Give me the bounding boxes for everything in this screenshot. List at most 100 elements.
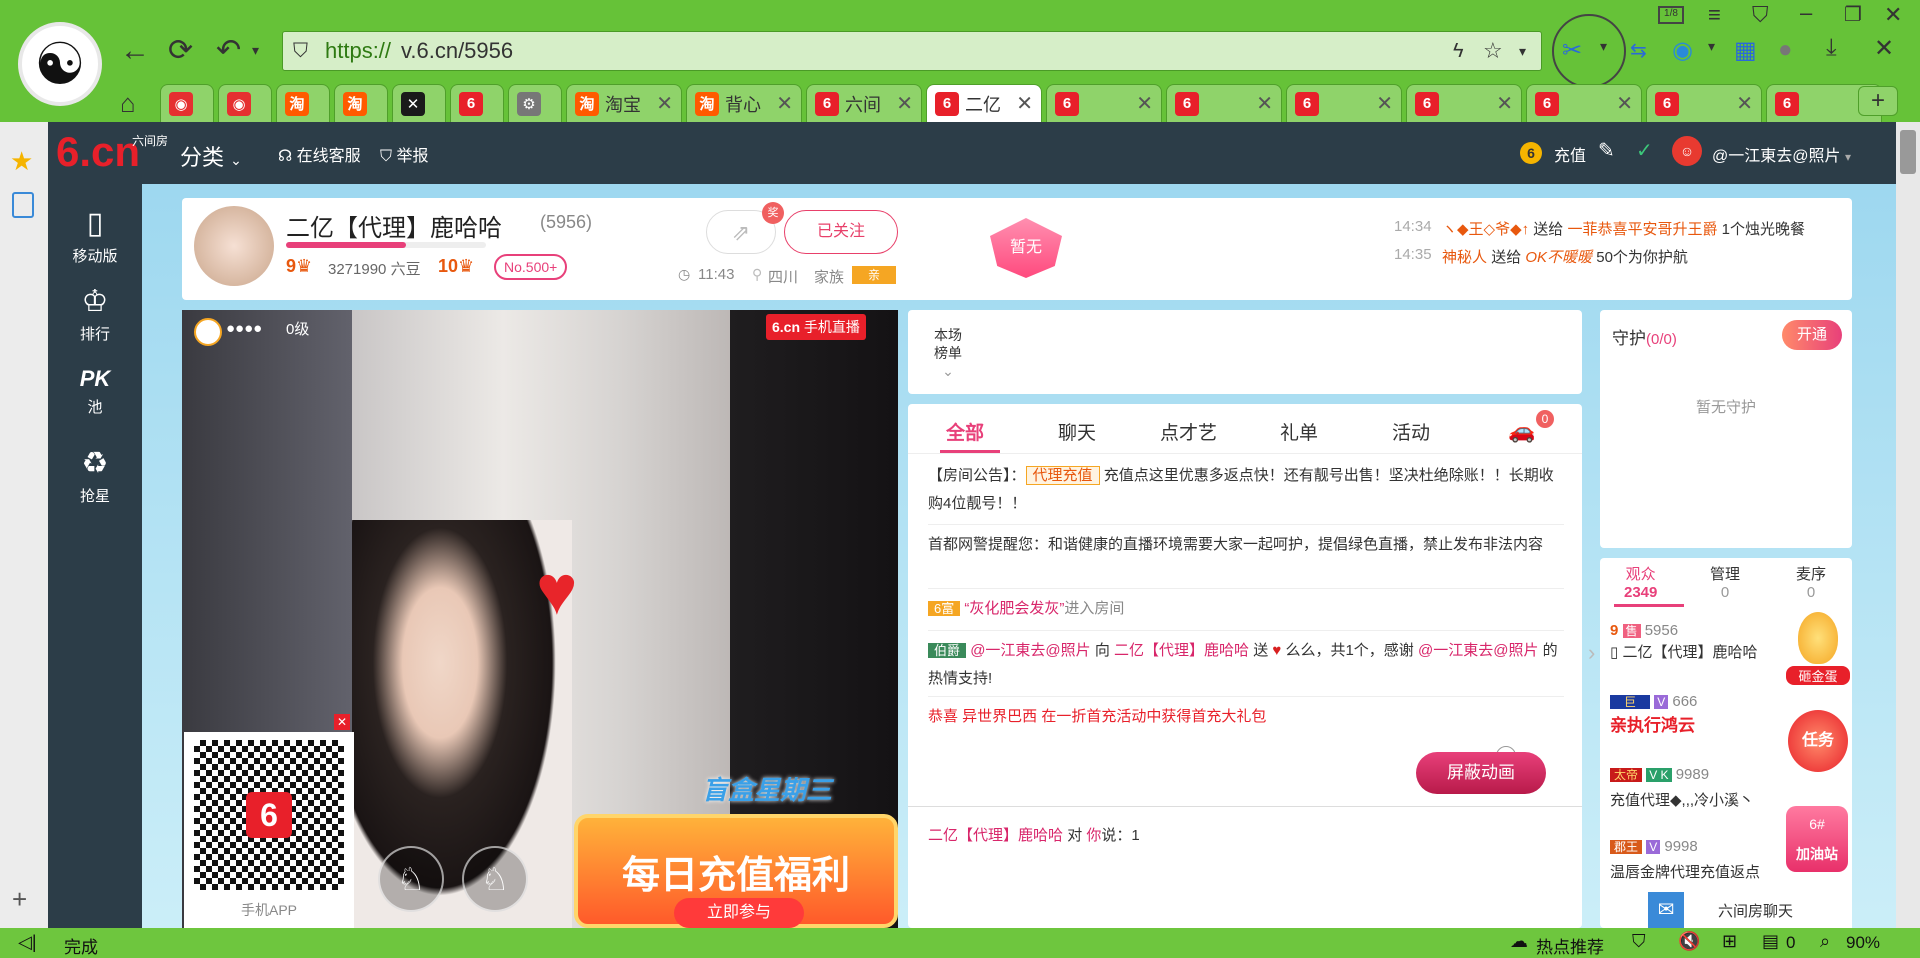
rank-badge[interactable]: No.500+	[494, 254, 568, 280]
close-window-icon[interactable]: ✕	[1884, 2, 1902, 28]
ranking-toggle[interactable]: 本场 榜单 ⌄	[934, 326, 962, 380]
tab-chat[interactable]: 聊天	[1058, 418, 1096, 445]
home-icon[interactable]: ⌂	[120, 88, 136, 119]
feed-sender-1[interactable]: ヽ◆王◇爷◆↑	[1442, 221, 1529, 238]
tab-audience[interactable]: 观众 2349	[1624, 566, 1657, 602]
list-item[interactable]: 郡王 V 9998 温唇金牌代理充值返点	[1610, 834, 1760, 886]
browser-tab[interactable]: 6	[450, 84, 504, 122]
tab-mic[interactable]: 麦序 0	[1796, 566, 1826, 602]
reader-icon[interactable]	[12, 192, 34, 218]
open-guard-button[interactable]: 开通	[1782, 320, 1842, 350]
scissors-icon[interactable]: ✂	[1562, 36, 1582, 65]
car-icon[interactable]: 🚗	[1508, 418, 1535, 444]
tab-admin[interactable]: 管理 0	[1710, 566, 1740, 602]
new-tab-button[interactable]: +	[1858, 86, 1898, 116]
sync-icon[interactable]: ◉	[1672, 36, 1693, 65]
browser-tab[interactable]: 6✕	[1526, 84, 1642, 122]
video-player[interactable]: ♥ ●●●● 0级 6.cn 手机直播 6 手机APP ✕ ♘ ♘ 盲盒星期三 …	[182, 310, 898, 928]
zoom-level[interactable]: 90%	[1846, 933, 1880, 953]
minimize-icon[interactable]: –	[1800, 0, 1812, 26]
browser-tab[interactable]: 淘	[334, 84, 388, 122]
download-icon[interactable]: ⤓	[1826, 34, 1837, 62]
tab-all[interactable]: 全部	[946, 418, 984, 445]
seat-icon[interactable]: ♘	[462, 846, 528, 912]
banner-join-button[interactable]: 立即参与	[674, 898, 804, 928]
golden-egg-button[interactable]: 砸金蛋	[1786, 612, 1850, 696]
browser-tab[interactable]: 6✕	[1166, 84, 1282, 122]
zoom-icon[interactable]: ⌕	[1820, 931, 1830, 952]
list-item[interactable]: 9 售 5956 ▯ 二亿【代理】鹿哈哈	[1610, 620, 1757, 664]
nav-star[interactable]: ♻ 抢星	[48, 446, 142, 506]
rank-empty-badge[interactable]: 暂无	[990, 218, 1062, 278]
feed-sender-2[interactable]: 神秘人	[1442, 249, 1487, 266]
tab-gifts[interactable]: 礼单	[1280, 418, 1318, 445]
tab-close-icon[interactable]: ✕	[776, 91, 793, 116]
gift-sender[interactable]: @一江東去@照片	[970, 642, 1090, 659]
online-service-link[interactable]: ☊ 在线客服	[278, 142, 361, 166]
scissors-dropdown-icon[interactable]: ▾	[1600, 38, 1607, 55]
back-icon[interactable]: ←	[120, 36, 150, 66]
browser-tab[interactable]: ◉	[218, 84, 272, 122]
enter-user[interactable]: “灰化肥会发灰”	[964, 600, 1064, 617]
add-sidebar-icon[interactable]: +	[12, 884, 27, 915]
report-link[interactable]: ⛉ 举报	[380, 142, 428, 166]
undo-dropdown-icon[interactable]: ▾	[252, 42, 259, 59]
nav-pk[interactable]: PK 池	[48, 366, 142, 417]
browser-tab[interactable]: 6 六间 ✕	[806, 84, 922, 122]
recharge-link[interactable]: 充值	[1554, 142, 1586, 166]
qr-close-icon[interactable]: ✕	[334, 714, 350, 730]
tab-close-icon[interactable]: ✕	[1376, 91, 1393, 116]
browser-tab[interactable]: ◉	[160, 84, 214, 122]
feed-target-1[interactable]: 一菲恭喜平安哥升王爵	[1567, 221, 1717, 238]
nav-mobile[interactable]: ▯ 移动版	[48, 206, 142, 266]
favorites-star-icon[interactable]: ★	[10, 146, 33, 177]
gift-thanks-user[interactable]: @一江東去@照片	[1418, 642, 1538, 659]
tab-close-icon[interactable]: ✕	[1016, 91, 1033, 116]
lightning-icon[interactable]: ϟ	[1453, 32, 1464, 70]
feed-target-2[interactable]: OK不暖暖	[1525, 249, 1592, 266]
tab-close-icon[interactable]: ✕	[1616, 91, 1633, 116]
edit-icon[interactable]: ✎	[1598, 138, 1615, 163]
scrollbar-thumb[interactable]	[1900, 130, 1916, 174]
tab-close-icon[interactable]: ✕	[1136, 91, 1153, 116]
browser-tab[interactable]: 6✕	[1286, 84, 1402, 122]
shield-status-icon[interactable]: ⛉	[1632, 931, 1646, 952]
streamer-avatar[interactable]	[194, 206, 274, 286]
ad-block-icon[interactable]: ▤	[1762, 931, 1779, 952]
more-icon[interactable]: ●	[1778, 36, 1793, 64]
tab-talent[interactable]: 点才艺	[1160, 418, 1217, 445]
browser-tab[interactable]: 淘背心 ✕	[686, 84, 802, 122]
scrollbar[interactable]	[1896, 122, 1920, 928]
nav-rank[interactable]: ♔ 排行	[48, 284, 142, 344]
mute-icon[interactable]: 🔇	[1678, 931, 1700, 952]
browser-tab[interactable]: 6✕	[1406, 84, 1522, 122]
url-dropdown-icon[interactable]: ▾	[1519, 32, 1526, 70]
tab-activity[interactable]: 活动	[1392, 418, 1430, 445]
collapse-arrow-icon[interactable]: ›	[1588, 640, 1604, 666]
tab-close-icon[interactable]: ✕	[1256, 91, 1273, 116]
hot-news-link[interactable]: 热点推荐	[1536, 933, 1604, 958]
tab-close-icon[interactable]: ✕	[1736, 91, 1753, 116]
menu-icon[interactable]: ≡	[1708, 2, 1721, 28]
gift-receiver[interactable]: 二亿【代理】鹿哈哈	[1114, 642, 1249, 659]
translate-icon[interactable]: ⇆	[1630, 38, 1647, 63]
username-menu[interactable]: @一江東去@照片 ▾	[1712, 142, 1851, 166]
browser-tab[interactable]: 6✕	[1646, 84, 1762, 122]
follow-button[interactable]: 已关注	[784, 210, 898, 254]
notice-tag[interactable]: 代理充值	[1025, 466, 1100, 485]
list-item[interactable]: 太帝 V K 9989 充值代理◆,,,冷小溪丶	[1610, 762, 1754, 814]
block-animation-button[interactable]: 屏蔽动画	[1416, 752, 1546, 794]
browser-tab[interactable]: 6✕	[1046, 84, 1162, 122]
boost-button[interactable]: 6# 加油站	[1786, 806, 1848, 872]
task-button[interactable]: 任务	[1788, 710, 1848, 772]
blind-box-label[interactable]: 盲盒星期三	[702, 770, 892, 820]
family-badge[interactable]: 亲	[852, 266, 896, 284]
tab-close-icon[interactable]: ✕	[1496, 91, 1513, 116]
tab-close-icon[interactable]: ✕	[896, 91, 913, 116]
skin-icon[interactable]: ⛉	[1752, 2, 1769, 28]
browser-tab[interactable]: ✕	[392, 84, 446, 122]
calculator-icon[interactable]: ▦	[1734, 36, 1757, 65]
check-icon[interactable]: ✓	[1636, 138, 1653, 163]
room-chat-bar[interactable]: ✉ 六间房聊天	[1648, 892, 1852, 928]
window-mode-icon[interactable]: 1/8	[1658, 6, 1684, 24]
